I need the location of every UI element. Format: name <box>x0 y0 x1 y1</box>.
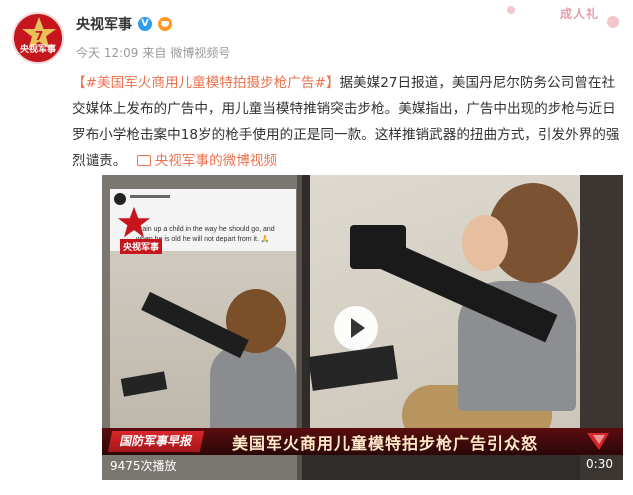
decoration-dot <box>507 6 515 14</box>
child-face <box>462 215 508 271</box>
account-name[interactable]: 央视军事 <box>76 14 132 34</box>
video-link-icon <box>136 155 151 166</box>
banner-tag: 国防军事早报 <box>107 431 205 452</box>
post-content: 【#美国军火商用儿童模特拍摄步枪广告#】据美媒27日报道，美国丹尼尔防务公司曾在… <box>72 70 624 174</box>
view-count: 9475次播放 <box>110 459 177 473</box>
hashtag-link[interactable]: 【#美国军火商用儿童模特拍摄步枪广告#】 <box>72 75 339 91</box>
decoration-text: 成人礼 <box>559 7 599 21</box>
post-source[interactable]: 微博视频号 <box>170 44 230 61</box>
video-player[interactable]: Train up a child in the way he should go… <box>102 175 623 480</box>
news-banner: 国防军事早报 美国军火商用儿童模特拍步枪广告引众怒 <box>102 428 623 455</box>
post-from-label: 来自 <box>142 46 167 60</box>
verified-icon: V <box>138 17 152 31</box>
tweet-avatar <box>114 193 126 205</box>
cctv-star-watermark-icon <box>117 206 151 238</box>
banner-headline: 美国军火商用儿童模特拍步枪广告引众怒 <box>232 433 539 453</box>
avatar[interactable]: 7 央视军事 <box>12 12 64 64</box>
cctv-watermark: 央视军事 <box>116 205 163 257</box>
member-icon <box>158 17 172 31</box>
post-meta: 今天 12:09 来自 微博视频号 <box>76 44 230 61</box>
video-link-text: 央视军事的微博视频 <box>154 153 278 169</box>
channel-logo-icon <box>587 433 609 450</box>
svg-text:7: 7 <box>35 29 43 43</box>
hashtag-text: #美国军火商用儿童模特拍摄步枪广告# <box>85 75 326 91</box>
video-duration: 0:30 <box>586 457 613 471</box>
play-icon[interactable] <box>334 306 378 350</box>
tweet-handle-line <box>130 195 170 198</box>
decoration-dot <box>607 16 619 28</box>
watermark-label: 央视军事 <box>120 239 163 254</box>
video-link[interactable]: 央视军事的微博视频 <box>131 153 277 169</box>
avatar-caption: 央视军事 <box>19 45 56 55</box>
festival-decoration: 成人礼 <box>497 0 627 30</box>
post-time[interactable]: 今天 12:09 <box>76 44 138 61</box>
